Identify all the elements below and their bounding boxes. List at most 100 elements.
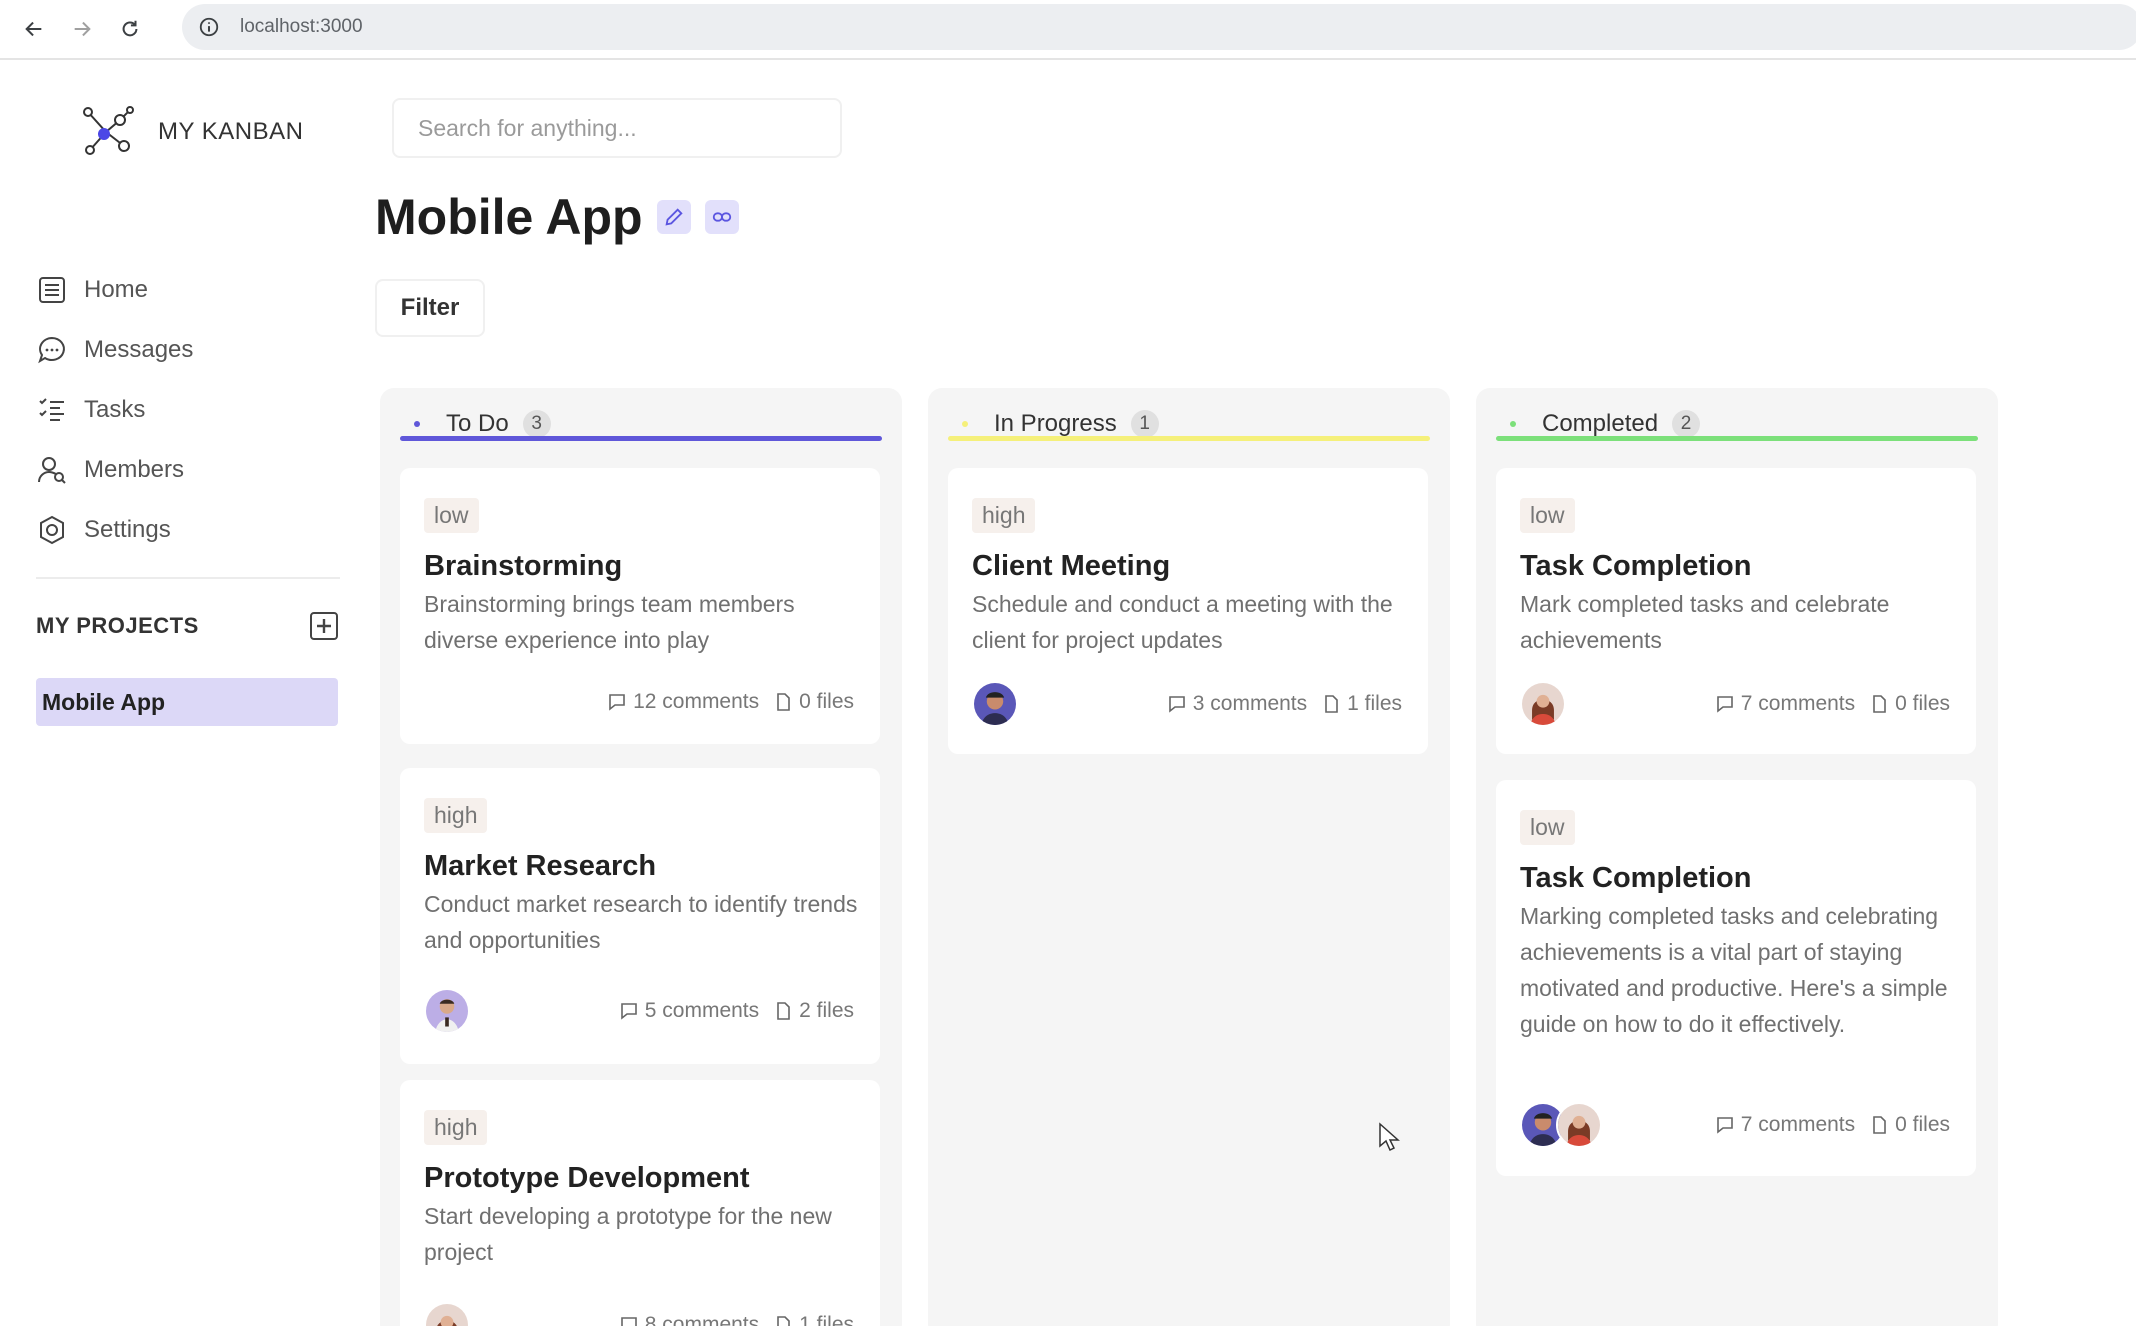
- site-info-icon[interactable]: [196, 14, 222, 40]
- card-footer: 5 comments 2 files: [424, 988, 854, 1034]
- card-description: Brainstorming brings team members divers…: [424, 591, 795, 653]
- comment-icon: [1716, 1117, 1733, 1134]
- brand[interactable]: MY KANBAN: [78, 102, 303, 162]
- status-dot: [962, 421, 968, 427]
- comments-count[interactable]: 12 comments: [607, 690, 759, 714]
- files-count[interactable]: 0 files: [1869, 692, 1950, 716]
- files-count[interactable]: 2 files: [773, 999, 854, 1023]
- comment-icon: [1716, 696, 1733, 713]
- comments-label: 7 comments: [1740, 692, 1856, 715]
- comments-label: 5 comments: [644, 999, 760, 1022]
- search-box: [392, 98, 842, 158]
- files-label: 0 files: [1895, 1113, 1950, 1136]
- avatar[interactable]: [424, 1302, 470, 1326]
- card-title: Client Meeting: [972, 550, 1171, 582]
- task-card[interactable]: high Prototype Development Start develop…: [400, 1080, 880, 1326]
- files-count[interactable]: 1 files: [773, 1313, 854, 1326]
- pencil-icon: [665, 208, 683, 226]
- sidebar-item-messages[interactable]: Messages: [36, 320, 336, 380]
- sidebar-item-members[interactable]: Members: [36, 440, 336, 500]
- forward-icon[interactable]: [68, 15, 96, 43]
- sidebar-item-settings[interactable]: Settings: [36, 500, 336, 560]
- sidebar-item-label: Members: [84, 456, 185, 483]
- comments-label: 3 comments: [1192, 692, 1308, 715]
- filter-button[interactable]: Filter: [375, 279, 485, 337]
- brand-name: MY KANBAN: [158, 118, 304, 145]
- files-label: 1 files: [1347, 692, 1402, 715]
- assignees: [972, 681, 1018, 727]
- comments-count[interactable]: 7 comments: [1715, 692, 1855, 716]
- address-bar[interactable]: localhost:3000: [182, 4, 2136, 50]
- comments-label: 7 comments: [1740, 1113, 1856, 1136]
- card-description: Mark completed tasks and celebrate achie…: [1520, 591, 1890, 653]
- assignees: [1520, 1102, 1602, 1148]
- share-link-button[interactable]: [704, 200, 739, 234]
- kanban-logo-icon: [83, 106, 134, 155]
- avatar[interactable]: [972, 681, 1018, 727]
- project-item-mobile-app[interactable]: Mobile App: [36, 678, 338, 726]
- file-icon: [777, 1316, 790, 1326]
- files-label: 0 files: [799, 690, 854, 713]
- sidebar-item-tasks[interactable]: Tasks: [36, 380, 336, 440]
- task-card[interactable]: high Client Meeting Schedule and conduct…: [948, 468, 1428, 754]
- column-count: 2: [1672, 410, 1701, 438]
- card-description: Conduct market research to identify tren…: [424, 891, 858, 953]
- files-count[interactable]: 0 files: [773, 690, 854, 714]
- comments-count[interactable]: 8 comments: [619, 1313, 759, 1326]
- project-item-label: Mobile App: [42, 688, 166, 715]
- card-meta: 8 comments 1 files: [619, 1313, 854, 1326]
- comments-count[interactable]: 5 comments: [619, 999, 759, 1023]
- task-card[interactable]: low Task Completion Mark completed tasks…: [1496, 468, 1976, 754]
- page-header: Mobile App: [375, 188, 739, 246]
- url-text: localhost:3000: [240, 16, 363, 37]
- column-bar: [400, 436, 882, 441]
- comment-icon: [609, 694, 625, 711]
- column-title: To Do: [446, 410, 509, 437]
- card-meta: 12 comments 0 files: [607, 690, 854, 714]
- link-icon: [712, 212, 731, 222]
- card-description: Marking completed tasks and celebrating …: [1520, 903, 1948, 1037]
- comments-count[interactable]: 7 comments: [1715, 1113, 1855, 1137]
- reload-icon[interactable]: [116, 15, 144, 43]
- assignees: [1520, 681, 1566, 727]
- sidebar-item-label: Home: [84, 276, 149, 303]
- card-footer: 7 comments 0 files: [1520, 1102, 1950, 1148]
- search-input[interactable]: [418, 114, 840, 142]
- messages-icon: [38, 336, 65, 364]
- card-footer: 7 comments 0 files: [1520, 681, 1950, 727]
- card-meta: 7 comments 0 files: [1715, 692, 1950, 716]
- file-icon: [1873, 695, 1886, 713]
- files-count[interactable]: 1 files: [1321, 692, 1402, 716]
- priority-badge: low: [1520, 810, 1575, 845]
- home-icon: [39, 277, 65, 303]
- comment-icon: [620, 1003, 637, 1020]
- card-meta: 5 comments 2 files: [619, 999, 854, 1023]
- priority-badge: low: [424, 498, 479, 533]
- task-card[interactable]: low Brainstorming Brainstorming brings t…: [400, 468, 880, 744]
- comments-label: 12 comments: [633, 690, 760, 713]
- add-project-icon[interactable]: [308, 610, 340, 642]
- card-description: Start developing a prototype for the new…: [424, 1203, 832, 1265]
- files-label: 0 files: [1895, 692, 1950, 715]
- column-count: 1: [1130, 410, 1159, 438]
- files-label: 1 files: [799, 1313, 854, 1326]
- back-icon[interactable]: [20, 15, 48, 43]
- task-card[interactable]: high Market Research Conduct market rese…: [400, 768, 880, 1064]
- column-header: Completed 2: [1498, 396, 1976, 452]
- files-count[interactable]: 0 files: [1869, 1113, 1950, 1137]
- browser-toolbar: localhost:3000: [0, 0, 2136, 60]
- card-title: Market Research: [424, 850, 657, 882]
- column-title: In Progress: [994, 410, 1117, 437]
- comments-count[interactable]: 3 comments: [1167, 692, 1307, 716]
- edit-project-button[interactable]: [656, 200, 691, 234]
- avatar[interactable]: [1556, 1102, 1602, 1148]
- avatar[interactable]: [1520, 681, 1566, 727]
- avatar[interactable]: [424, 988, 470, 1034]
- members-icon: [38, 457, 66, 484]
- sidebar-item-home[interactable]: Home: [36, 260, 336, 320]
- column-header: To Do 3: [402, 396, 880, 452]
- task-card[interactable]: low Task Completion Marking completed ta…: [1496, 780, 1976, 1176]
- column-in-progress: In Progress 1 high Client Meeting Schedu…: [928, 388, 1450, 1326]
- tasks-icon: [39, 398, 64, 421]
- card-description: Schedule and conduct a meeting with the …: [972, 591, 1393, 653]
